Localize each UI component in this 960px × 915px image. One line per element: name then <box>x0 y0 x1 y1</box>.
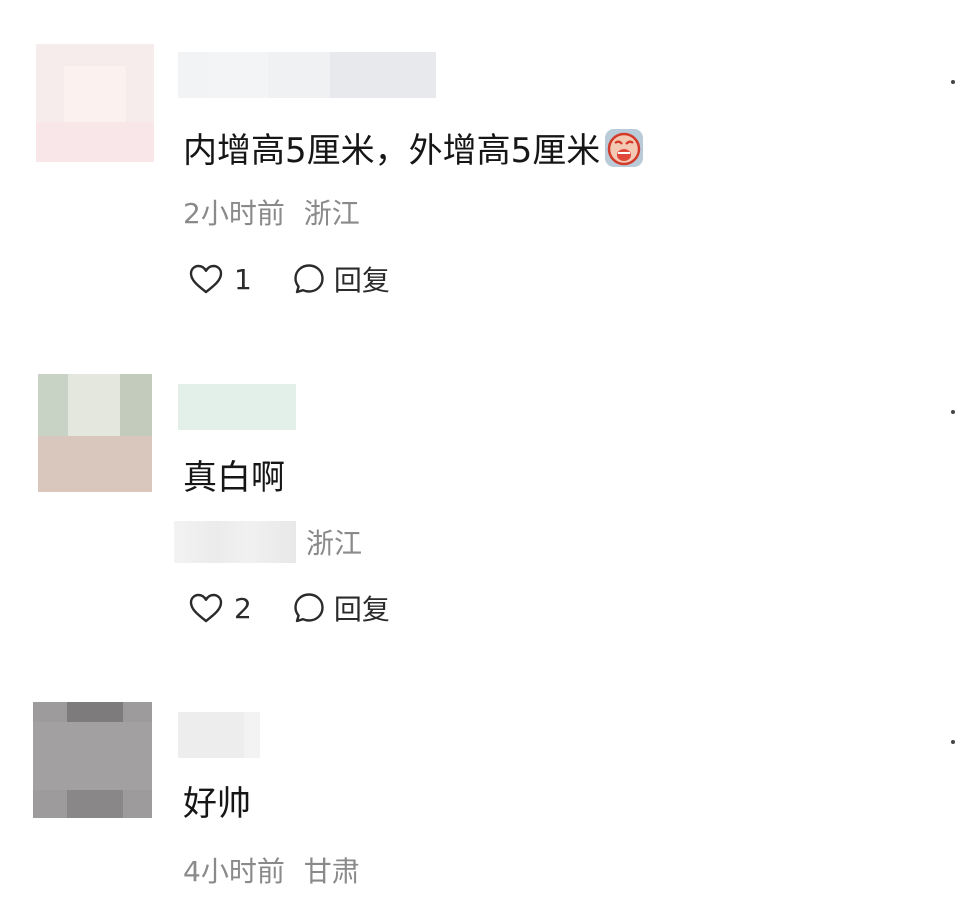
more-options-button[interactable] <box>946 730 960 754</box>
comment-time: 4小时前 <box>183 855 285 888</box>
username-blurred[interactable] <box>178 712 260 758</box>
comment-meta: 4小时前 甘肃 <box>183 854 360 890</box>
comment-list: 内增高5厘米，外增高5厘米 2小时前 浙江 1 回复 真白啊 浙江 2 回复 好… <box>0 0 960 915</box>
comment-location: 甘肃 <box>303 855 360 888</box>
comment-text: 好帅 <box>183 784 251 824</box>
comment-item: 好帅 4小时前 甘肃 <box>0 0 960 915</box>
avatar[interactable] <box>33 702 152 818</box>
more-dots-icon <box>951 740 955 744</box>
